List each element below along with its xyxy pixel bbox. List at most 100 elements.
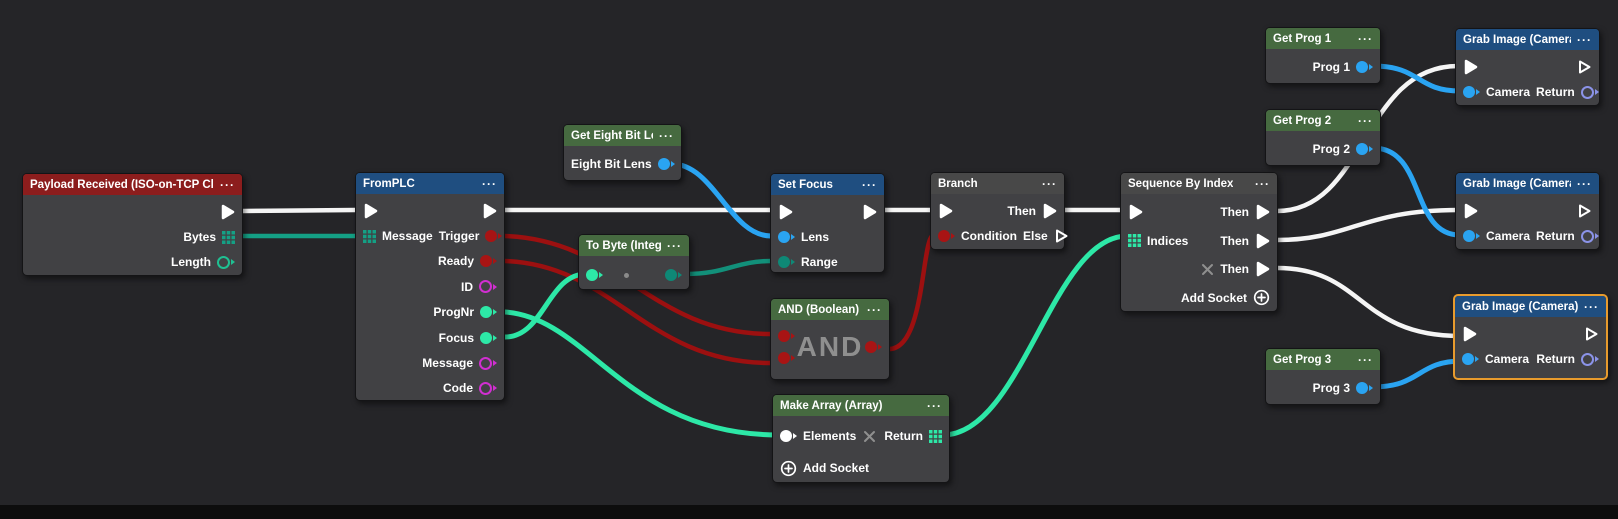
node-menu-icon[interactable]: ··· [667,241,682,251]
node-header[interactable]: Branch··· [931,173,1064,194]
range-input-pin[interactable] [778,256,795,268]
prognr-output-pin[interactable] [480,306,497,318]
node-get-eight-bit-lens[interactable]: Get Eight Bit Lens···Eight Bit Lens [563,124,682,181]
node-menu-icon[interactable]: ··· [867,305,882,315]
then-3-exec-out-pin[interactable] [1255,261,1270,277]
node-menu-icon[interactable]: ··· [1358,355,1373,365]
return-output-pin[interactable] [1581,353,1599,366]
exec-out-pin[interactable] [1584,326,1599,342]
node-header[interactable]: Get Prog 2··· [1266,110,1380,131]
node-grab-image-camera-3[interactable]: Grab Image (Camera)···CameraReturn [1453,294,1608,380]
node-menu-icon[interactable]: ··· [927,401,942,411]
add-socket-icon[interactable] [780,460,797,477]
value-input-pin[interactable] [586,269,603,281]
exec-out-pin[interactable] [482,203,497,219]
exec-in-pin[interactable] [363,203,378,219]
exec-out-pin[interactable] [1577,203,1592,219]
node-header[interactable]: AND (Boolean)··· [771,299,889,320]
indices-input-pin[interactable] [1128,234,1141,247]
return-output-pin[interactable] [1581,86,1599,99]
node-menu-icon[interactable]: ··· [659,131,674,141]
node-branch[interactable]: Branch···ThenConditionElse [930,172,1065,250]
node-menu-icon[interactable]: ··· [1577,179,1592,189]
node-get-prog-2[interactable]: Get Prog 2···Prog 2 [1265,109,1381,166]
exec-out-pin[interactable] [220,204,235,220]
node-menu-icon[interactable]: ··· [482,179,497,189]
prog-2-output-pin[interactable] [1356,143,1373,155]
message-input-pin[interactable] [363,230,376,243]
else-exec-out-pin[interactable] [1054,228,1069,244]
collapsed-dot-icon[interactable] [624,273,629,278]
code-output-pin[interactable] [479,382,497,395]
node-to-byte[interactable]: To Byte (Integer)··· [578,234,690,290]
node-header[interactable]: Set Focus··· [771,174,884,195]
node-menu-icon[interactable]: ··· [862,180,877,190]
camera-input-pin[interactable] [1463,230,1480,242]
add-socket-icon[interactable] [1253,289,1270,306]
exec-in-pin[interactable] [1463,59,1478,75]
node-header[interactable]: Get Eight Bit Lens··· [564,125,681,146]
camera-input-pin[interactable] [1463,86,1480,98]
return-output-pin[interactable] [929,430,942,443]
node-header[interactable]: To Byte (Integer)··· [579,235,689,256]
node-header[interactable]: Make Array (Array)··· [773,395,949,416]
exec-in-pin[interactable] [1462,326,1477,342]
node-menu-icon[interactable]: ··· [1358,34,1373,44]
node-menu-icon[interactable]: ··· [1358,116,1373,126]
camera-input-pin[interactable] [1462,353,1479,365]
focus-output-pin[interactable] [480,332,497,344]
node-header[interactable]: Get Prog 1··· [1266,28,1380,49]
eight-bit-lens-output-pin[interactable] [658,158,675,170]
exec-in-pin[interactable] [1463,203,1478,219]
trigger-output-pin[interactable] [485,230,502,242]
then-2-exec-out-pin[interactable] [1255,233,1270,249]
bytes-output-pin[interactable] [222,231,235,244]
node-from-plc[interactable]: FromPLC···MessageTriggerReadyIDProgNrFoc… [355,172,505,401]
condition-input-pin[interactable] [938,230,955,242]
node-get-prog-3[interactable]: Get Prog 3···Prog 3 [1265,348,1381,405]
byte-output-pin[interactable] [665,269,682,281]
exec-in-pin[interactable] [778,204,793,220]
node-header[interactable]: Grab Image (Camera)··· [1456,29,1599,50]
and-output-pin[interactable] [865,341,882,353]
exec-in-pin[interactable] [938,203,953,219]
node-set-focus[interactable]: Set Focus···LensRange [770,173,885,273]
exec-out-pin[interactable] [1577,59,1592,75]
node-header[interactable]: Sequence By Index··· [1121,173,1277,194]
exec-out-pin[interactable] [862,204,877,220]
lens-input-pin[interactable] [778,231,795,243]
prog-3-output-pin[interactable] [1356,382,1373,394]
node-get-prog-1[interactable]: Get Prog 1···Prog 1 [1265,27,1381,84]
message-output-pin[interactable] [479,357,497,370]
length-output-pin[interactable] [217,256,235,269]
node-menu-icon[interactable]: ··· [1255,179,1270,189]
and-input-pin-1[interactable] [778,330,795,342]
remove-socket-icon[interactable] [863,430,876,443]
id-output-pin[interactable] [479,280,497,293]
node-header[interactable]: Grab Image (Camera)··· [1456,173,1599,194]
node-sequence-by-index[interactable]: Sequence By Index···ThenIndicesThenThenA… [1120,172,1278,312]
node-menu-icon[interactable]: ··· [1584,302,1599,312]
node-graph-canvas[interactable]: Payload Received (ISO-on-TCP Client)··· B… [0,0,1618,519]
node-header[interactable]: Get Prog 3··· [1266,349,1380,370]
node-header[interactable]: FromPLC··· [356,173,504,194]
node-menu-icon[interactable]: ··· [1577,35,1592,45]
elements-input-pin[interactable] [780,430,797,442]
node-header[interactable]: Grab Image (Camera)··· [1455,296,1606,317]
node-payload-received[interactable]: Payload Received (ISO-on-TCP Client)···B… [22,173,243,276]
and-input-pin-2[interactable] [778,352,795,364]
node-menu-icon[interactable]: ··· [1042,179,1057,189]
node-and-boolean[interactable]: AND (Boolean)···AND [770,298,890,380]
node-make-array[interactable]: Make Array (Array)···ElementsReturnAdd S… [772,394,950,483]
return-output-pin[interactable] [1581,230,1599,243]
node-header[interactable]: Payload Received (ISO-on-TCP Client)··· [23,174,242,195]
ready-output-pin[interactable] [480,255,497,267]
then-exec-out-pin[interactable] [1042,203,1057,219]
prog-1-output-pin[interactable] [1356,61,1373,73]
exec-in-pin[interactable] [1128,204,1143,220]
remove-socket-icon[interactable] [1201,263,1214,276]
node-grab-image-camera-1[interactable]: Grab Image (Camera)···CameraReturn [1455,28,1600,106]
then-1-exec-out-pin[interactable] [1255,204,1270,220]
node-grab-image-camera-2[interactable]: Grab Image (Camera)···CameraReturn [1455,172,1600,250]
node-menu-icon[interactable]: ··· [220,180,235,190]
